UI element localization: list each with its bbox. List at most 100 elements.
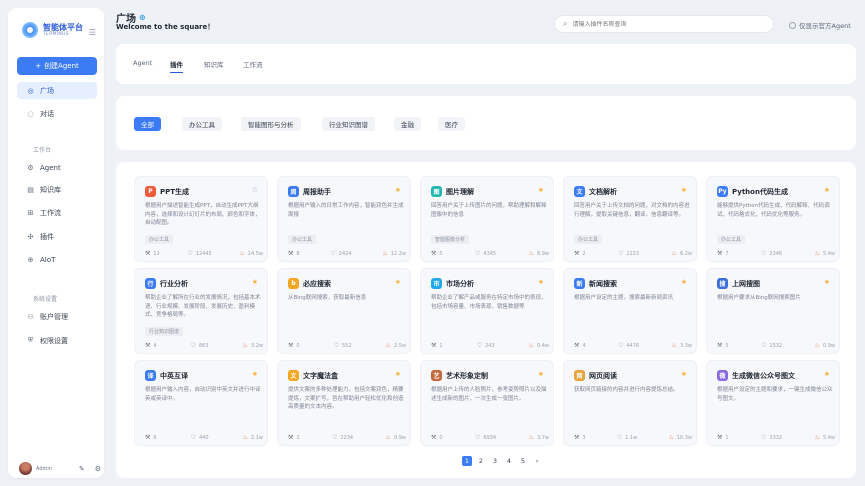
stat-value: 440 [198,434,209,441]
stat-value: 6 [153,434,157,441]
filter-finance[interactable]: 金融 [394,117,421,131]
edit-icon[interactable]: ✎ [79,465,85,473]
chevron-right-icon[interactable]: › [532,456,542,466]
avatar[interactable] [19,462,32,475]
star-icon[interactable]: ★ [395,370,401,378]
stat-value: 7 [725,250,729,257]
star-icon[interactable]: ★ [824,370,830,378]
star-icon[interactable]: ★ [681,186,687,194]
plugin-card[interactable]: 新新闻搜索 ★ 根据用户设定的主题，搜索最新新闻资讯 ⚒ 4 ♡ 4476 ♨ 3.3w [563,268,697,354]
sidebar-item-account[interactable]: ⚇ 账户管理 [17,308,97,325]
plugin-card[interactable]: 网网页阅读 ★ 获取网页链接的内容并进行内容提炼总结。 ⚒ 3 ♡ 1.1w ♨ 10.3w [563,360,697,446]
star-icon[interactable]: ★ [538,278,544,286]
page-number[interactable]: 5 [518,456,528,466]
filter-all[interactable]: 全部 [134,117,161,131]
agent-icon: ⚙ [27,163,34,172]
page-number[interactable]: 4 [504,456,514,466]
star-icon[interactable]: ★ [824,186,830,194]
filter-graphics[interactable]: 智能图形与分析 [241,117,301,131]
page-subtitle: Welcome to the square！ [116,23,215,31]
news-icon: 新 [574,278,585,289]
star-icon[interactable]: ★ [395,278,401,286]
stat-value: 0 [296,342,300,349]
fire-icon: ♨ [671,250,677,257]
ppt-icon: P [145,186,156,197]
book-icon: ▤ [27,185,34,194]
stat-value: 243 [484,342,495,349]
plugin-card[interactable]: 文文字魔法盒 ★ 提供文案的多种处理能力，包括文案润色，精要提炼，文案扩写，旨在帮助… [277,360,411,446]
plugin-card[interactable]: 行行业分析 ★ 帮助企业了解所在行业的发展情况，包括基本术语、行业规模、发展阶段、发… [134,268,268,354]
plugin-card[interactable]: P PPT生成 ☆ 根据用户描述智能生成PPT，自动生成PPT大纲内容，选择和设计幻灯… [134,176,268,262]
thumb-up-icon: ♡ [330,250,336,257]
card-description: 回答用户关于上传文档的问题，对文档的内容进行理解，提取关键信息，翻译，信息翻译等… [574,203,690,218]
star-icon[interactable]: ★ [681,370,687,378]
filter-office[interactable]: 办公工具 [182,117,222,131]
star-icon[interactable]: ★ [681,278,687,286]
brand[interactable]: 智能体平台 TERMINUS [22,22,83,38]
page-number[interactable]: 2 [476,456,486,466]
star-icon[interactable]: ★ [538,370,544,378]
sidebar-item-workflow[interactable]: ⊞ 工作流 [17,204,97,221]
card-description: 回答用户关于上传图片的问题，帮助理解和解释图像中的信息 [431,203,547,218]
plugin-card[interactable]: 微生成微信公众号图文 ★ 根据用户设定的主题和要求，一键生成微信公众号图文。 ⚒ 1 ♡ 3… [706,360,840,446]
card-title: 文档解析 [589,187,617,196]
plugin-card[interactable]: 文文档解析 ★ 回答用户关于上传文档的问题，对文档的内容进行理解，提取关键信息，翻译… [563,176,697,262]
official-only-toggle[interactable]: 仅显示官方Agent [789,20,851,30]
menu-icon[interactable]: ☰ [89,28,96,37]
plugin-card[interactable]: 艺艺术形象定制 ★ 根据用户上传的人脸照片，参考姿势照片以及描述生成新的图片，一次生… [420,360,554,446]
user-row: Admin ✎ ⚙ [19,462,101,475]
stat-value: 8 [296,250,300,257]
settings-icon[interactable]: ⚙ [95,465,101,473]
sidebar-item-plugin[interactable]: ✣ 插件 [17,228,97,245]
search-input[interactable] [572,20,753,28]
sidebar-item-knowledge[interactable]: ▤ 知识库 [17,181,97,198]
tab-plugin[interactable]: 插件 [170,59,183,73]
card-description: 根据用户要求从Bing联网搜索图片 [717,295,801,301]
fire-icon: ♨ [671,342,677,349]
stat-value: 2234 [340,434,354,441]
tab-knowledge[interactable]: 知识库 [204,59,224,69]
plugin-card[interactable]: 搜上网搜图 ★ 根据用户要求从Bing联网搜索图片 ⚒ 5 ♡ 1532 ♨ 0.9w [706,268,840,354]
star-icon[interactable]: ★ [252,278,258,286]
stat-value: 1 [439,342,443,349]
card-stats: ⚒ 1 ♡ 243 ♨ 0.4w [431,342,549,349]
fire-icon: ♨ [242,434,248,441]
sidebar-item-square[interactable]: ◎ 广场 [17,82,97,99]
star-icon[interactable]: ★ [395,186,401,194]
plugin-card[interactable]: 图图片理解 ★ 回答用户关于上传图片的问题，帮助理解和解释图像中的信息 智能图像分析 ⚒… [420,176,554,262]
plugin-card[interactable]: 译中英互译 ★ 根据用户输入内容，自动识别中英文并进行中译英或英译中。 ⚒ 6 ♡ 440 ♨… [134,360,268,446]
star-icon[interactable]: ☆ [252,186,258,194]
art-icon: 艺 [431,370,442,381]
stat-value: 3.7w [536,434,549,441]
tab-workflow[interactable]: 工作流 [243,59,263,69]
star-icon[interactable]: ★ [252,370,258,378]
wrench-icon: ⚒ [288,250,294,257]
card-stats: ⚒ 8 ♡ 2424 ♨ 12.2w [288,250,406,257]
filter-medical[interactable]: 医疗 [438,117,465,131]
tab-agent[interactable]: Agent [133,59,152,67]
thumb-up-icon: ♡ [761,342,767,349]
user-icon: ⚇ [27,312,34,321]
card-title: 图片理解 [446,187,474,196]
card-description: 获取网页链接的内容并进行内容提炼总结。 [574,387,679,393]
wrench-icon: ⚒ [145,342,151,349]
filter-panel: 全部 办公工具 智能图形与分析 行业知识图谱 金融 医疗 [116,96,856,150]
create-agent-button[interactable]: + 创建Agent [17,57,97,75]
filter-industry[interactable]: 行业知识图谱 [322,117,375,131]
page-number[interactable]: 1 [462,456,472,466]
card-title: 新闻搜索 [589,279,617,288]
sidebar-item-chat[interactable]: ◌ 对话 [17,105,97,122]
plugin-card[interactable]: 周周报助手 ★ 根据用户输入的日常工作内容，智能润色并生成周报 办公工具 ⚒ 8 ♡ 2424… [277,176,411,262]
plugin-card[interactable]: 市市场分析 ★ 帮助企业了解产品或服务在特定市场中的表现，包括市场容量、市场表现、销… [420,268,554,354]
sidebar-item-agent[interactable]: ⚙ Agent [17,159,97,176]
page-number[interactable]: 3 [490,456,500,466]
plugin-card[interactable]: Py Python代码生成 ★ 能够提供Python代码生成、代码解释、代码调试，代码… [706,176,840,262]
card-description: 帮助企业了解所在行业的发展情况，包括基本术语、行业规模、发展阶段、发展历史、盈利… [145,295,261,318]
star-icon[interactable]: ★ [538,186,544,194]
search-box[interactable]: ⌕ [554,15,774,33]
star-icon[interactable]: ★ [824,278,830,286]
plugin-card[interactable]: b 必应搜索 ★ 从Bing联网搜索，获取最新信息 ⚒ 0 ♡ 552 ♨ 2.5w [277,268,411,354]
radio-icon[interactable] [789,21,796,29]
sidebar-item-permission[interactable]: ⛨ 权限设置 [17,332,97,349]
sidebar-item-aiot[interactable]: ⊕ AIoT [17,251,97,268]
